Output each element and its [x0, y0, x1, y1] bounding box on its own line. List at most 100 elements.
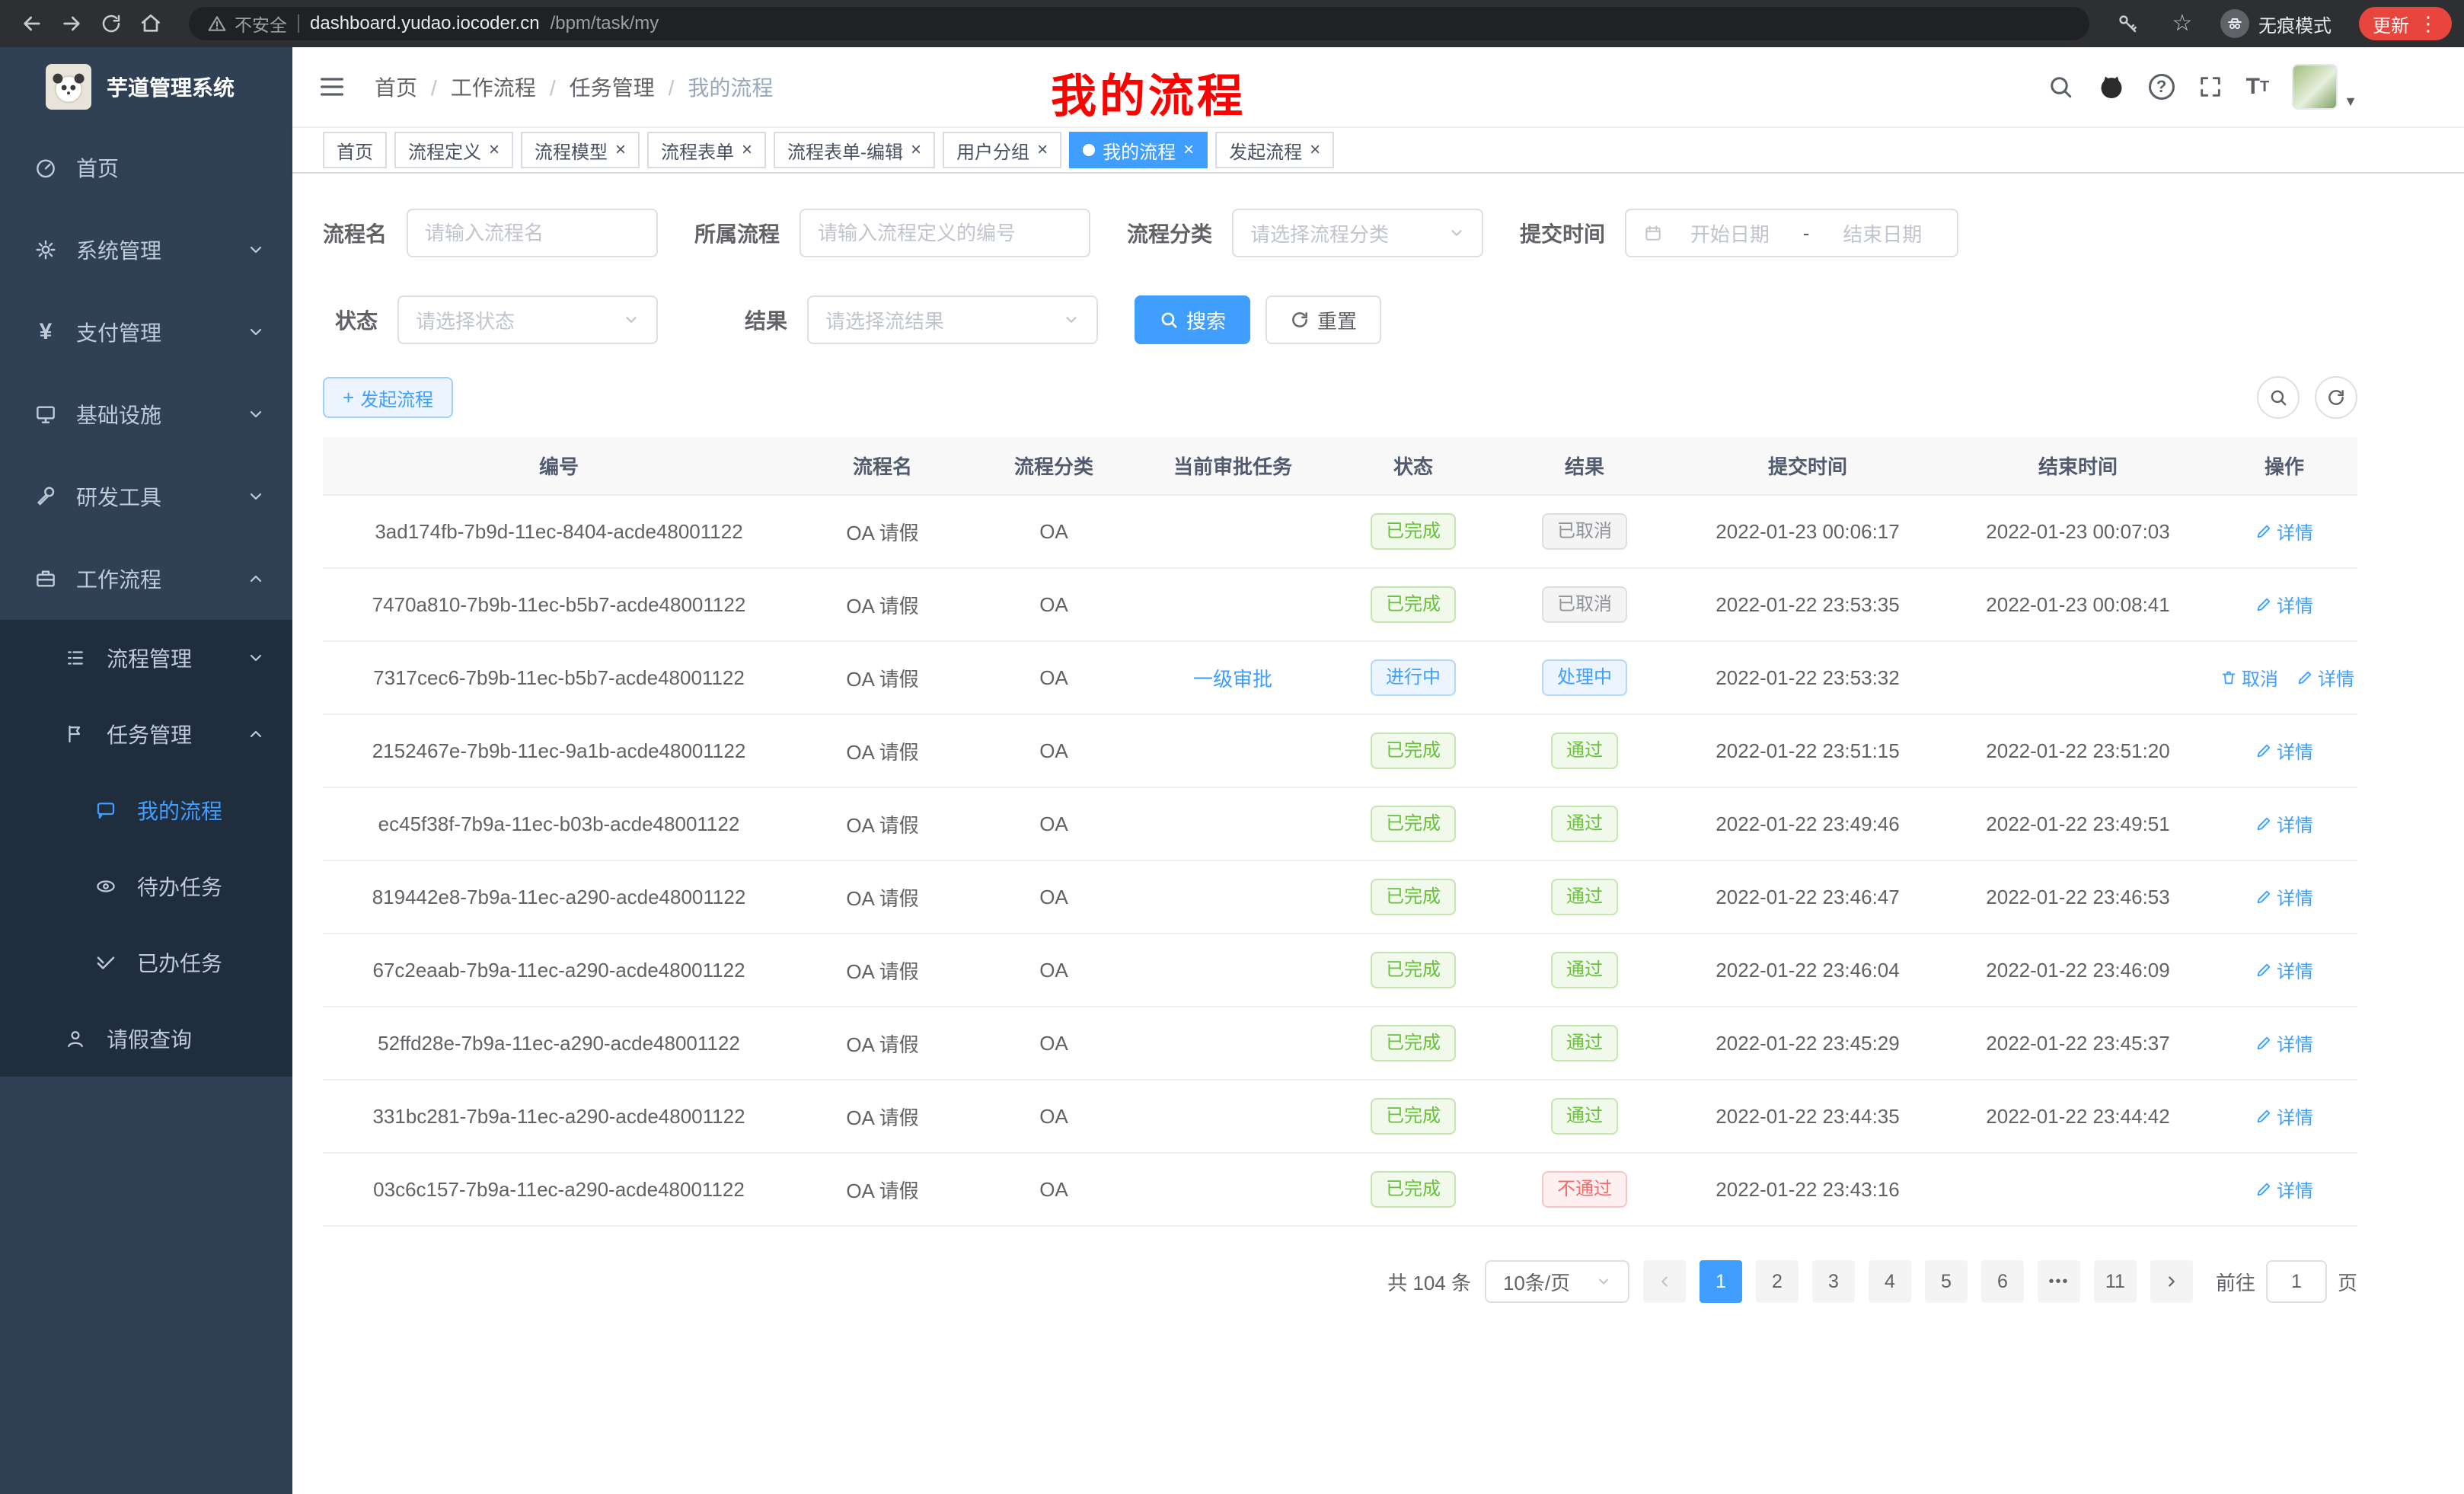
chat-icon — [94, 799, 119, 822]
result-badge: 通过 — [1551, 879, 1618, 915]
breadcrumb-task-management[interactable]: 任务管理 — [536, 72, 655, 102]
process-name-input-wrap — [407, 209, 658, 257]
sidebar-item-pending-tasks[interactable]: 待办任务 — [0, 848, 292, 924]
search-icon[interactable] — [2047, 73, 2074, 101]
status-select[interactable]: 请选择状态 — [397, 295, 658, 344]
process-definition-input[interactable] — [818, 222, 1072, 245]
sidebar-item-leave-query[interactable]: 请假查询 — [0, 1001, 292, 1077]
user-menu[interactable]: ▼ — [2292, 64, 2357, 110]
fullscreen-icon[interactable] — [2197, 74, 2223, 100]
filter-row-2: 状态 请选择状态 结果 请选择流结果 搜索 重置 — [323, 295, 2357, 344]
sidebar-item-task-management[interactable]: 任务管理 — [0, 696, 292, 772]
status-badge: 已完成 — [1371, 806, 1456, 842]
result-badge: 处理中 — [1542, 659, 1627, 696]
tab-process-model[interactable]: 流程模型× — [521, 132, 640, 168]
sidebar-item-process-management[interactable]: 流程管理 — [0, 620, 292, 696]
incognito-badge[interactable]: 无痕模式 — [2217, 6, 2344, 41]
tags-view: 首页 流程定义× 流程模型× 流程表单× 流程表单-编辑× 用户分组× 我的流程… — [292, 128, 2464, 174]
toggle-search-button[interactable] — [2257, 376, 2300, 419]
sidebar-item-done-tasks[interactable]: 已办任务 — [0, 924, 292, 1001]
logo-row[interactable]: 芋道管理系统 — [0, 47, 292, 126]
address-bar[interactable]: 不安全 dashboard.yudao.iocoder.cn/bpm/task/… — [189, 7, 2089, 40]
result-select[interactable]: 请选择流结果 — [807, 295, 1098, 344]
sidebar-item-payment[interactable]: ¥ 支付管理 — [0, 291, 292, 373]
sidebar-item-infrastructure[interactable]: 基础设施 — [0, 373, 292, 455]
detail-link[interactable]: 详情 — [2296, 664, 2354, 691]
breadcrumb-home[interactable]: 首页 — [375, 72, 417, 102]
close-icon[interactable]: × — [742, 141, 752, 159]
detail-link[interactable]: 详情 — [2255, 956, 2313, 983]
sidebar-item-my-process[interactable]: 我的流程 — [0, 772, 292, 848]
result-badge: 通过 — [1551, 733, 1618, 769]
help-icon[interactable]: ? — [2149, 74, 2175, 100]
update-button[interactable]: 更新 ⋮ — [2359, 7, 2452, 40]
sidebar-item-system[interactable]: 系统管理 — [0, 209, 292, 291]
page-button-6[interactable]: 6 — [1981, 1260, 2024, 1303]
page-button-5[interactable]: 5 — [1925, 1260, 1968, 1303]
tab-my-process[interactable]: 我的流程× — [1069, 132, 1208, 168]
detail-link[interactable]: 详情 — [2255, 518, 2313, 544]
search-button[interactable]: 搜索 — [1135, 295, 1250, 344]
detail-link[interactable]: 详情 — [2255, 1176, 2313, 1202]
detail-link[interactable]: 详情 — [2255, 883, 2313, 910]
detail-link[interactable]: 详情 — [2255, 1030, 2313, 1056]
page-button-11[interactable]: 11 — [2094, 1260, 2137, 1303]
home-icon[interactable] — [131, 4, 171, 43]
tab-process-form-edit[interactable]: 流程表单-编辑× — [774, 132, 935, 168]
sidebar-item-workflow[interactable]: 工作流程 — [0, 538, 292, 620]
edit-icon — [2255, 596, 2272, 613]
category-label: 流程分类 — [1127, 218, 1232, 248]
refresh-table-button[interactable] — [2315, 376, 2357, 419]
sidebar-item-home[interactable]: 首页 — [0, 126, 292, 209]
close-icon[interactable]: × — [489, 141, 500, 159]
forward-icon[interactable] — [52, 4, 91, 43]
sidebar-item-devtools[interactable]: 研发工具 — [0, 455, 292, 538]
back-icon[interactable] — [12, 4, 52, 43]
start-process-button[interactable]: + 发起流程 — [323, 377, 453, 418]
next-page-button[interactable] — [2150, 1260, 2193, 1303]
active-dot — [1083, 144, 1095, 156]
process-name-input[interactable] — [425, 222, 640, 245]
tab-process-definition[interactable]: 流程定义× — [394, 132, 513, 168]
detail-link[interactable]: 详情 — [2255, 1103, 2313, 1129]
github-icon[interactable] — [2097, 72, 2126, 101]
page-ellipsis[interactable]: ••• — [2038, 1260, 2080, 1303]
submit-time-range-picker[interactable]: 开始日期 - 结束日期 — [1625, 209, 1958, 257]
close-icon[interactable]: × — [1310, 141, 1320, 159]
detail-link[interactable]: 详情 — [2255, 737, 2313, 764]
page-size-select[interactable]: 10条/页 — [1485, 1260, 1629, 1303]
start-date-placeholder[interactable]: 开始日期 — [1672, 219, 1788, 247]
close-icon[interactable]: × — [1183, 141, 1194, 159]
detail-link[interactable]: 详情 — [2255, 591, 2313, 618]
font-size-icon[interactable]: TT — [2246, 75, 2270, 98]
browser-menu-icon[interactable]: ⋮ — [2418, 14, 2438, 34]
end-date-placeholder[interactable]: 结束日期 — [1824, 219, 1940, 247]
page-button-4[interactable]: 4 — [1869, 1260, 1911, 1303]
prev-page-button[interactable] — [1643, 1260, 1686, 1303]
bookmark-star-icon[interactable]: ☆ — [2162, 4, 2202, 43]
reload-icon[interactable] — [91, 4, 131, 43]
table-row: 67c2eaab-7b9a-11ec-a290-acde48001122OA 请… — [323, 934, 2357, 1007]
result-badge: 已取消 — [1542, 586, 1627, 623]
close-icon[interactable]: × — [1037, 141, 1048, 159]
detail-link[interactable]: 详情 — [2255, 810, 2313, 837]
reset-button[interactable]: 重置 — [1266, 295, 1381, 344]
search-icon — [1159, 310, 1179, 330]
page-button-2[interactable]: 2 — [1756, 1260, 1799, 1303]
goto-page-input[interactable] — [2266, 1260, 2327, 1303]
cancel-link[interactable]: 取消 — [2220, 664, 2278, 691]
tab-user-group[interactable]: 用户分组× — [943, 132, 1061, 168]
close-icon[interactable]: × — [911, 141, 921, 159]
tab-start-process[interactable]: 发起流程× — [1215, 132, 1334, 168]
key-icon[interactable] — [2108, 4, 2147, 43]
tab-process-form[interactable]: 流程表单× — [647, 132, 766, 168]
close-icon[interactable]: × — [615, 141, 626, 159]
breadcrumb-workflow[interactable]: 工作流程 — [417, 72, 536, 102]
sidebar-toggle-icon[interactable] — [317, 72, 347, 102]
current-task-link[interactable]: 一级审批 — [1193, 668, 1272, 691]
page-button-3[interactable]: 3 — [1812, 1260, 1855, 1303]
tab-home[interactable]: 首页 — [323, 132, 387, 168]
category-select[interactable]: 请选择流程分类 — [1232, 209, 1483, 257]
status-badge: 已完成 — [1371, 586, 1456, 623]
page-button-1[interactable]: 1 — [1700, 1260, 1742, 1303]
